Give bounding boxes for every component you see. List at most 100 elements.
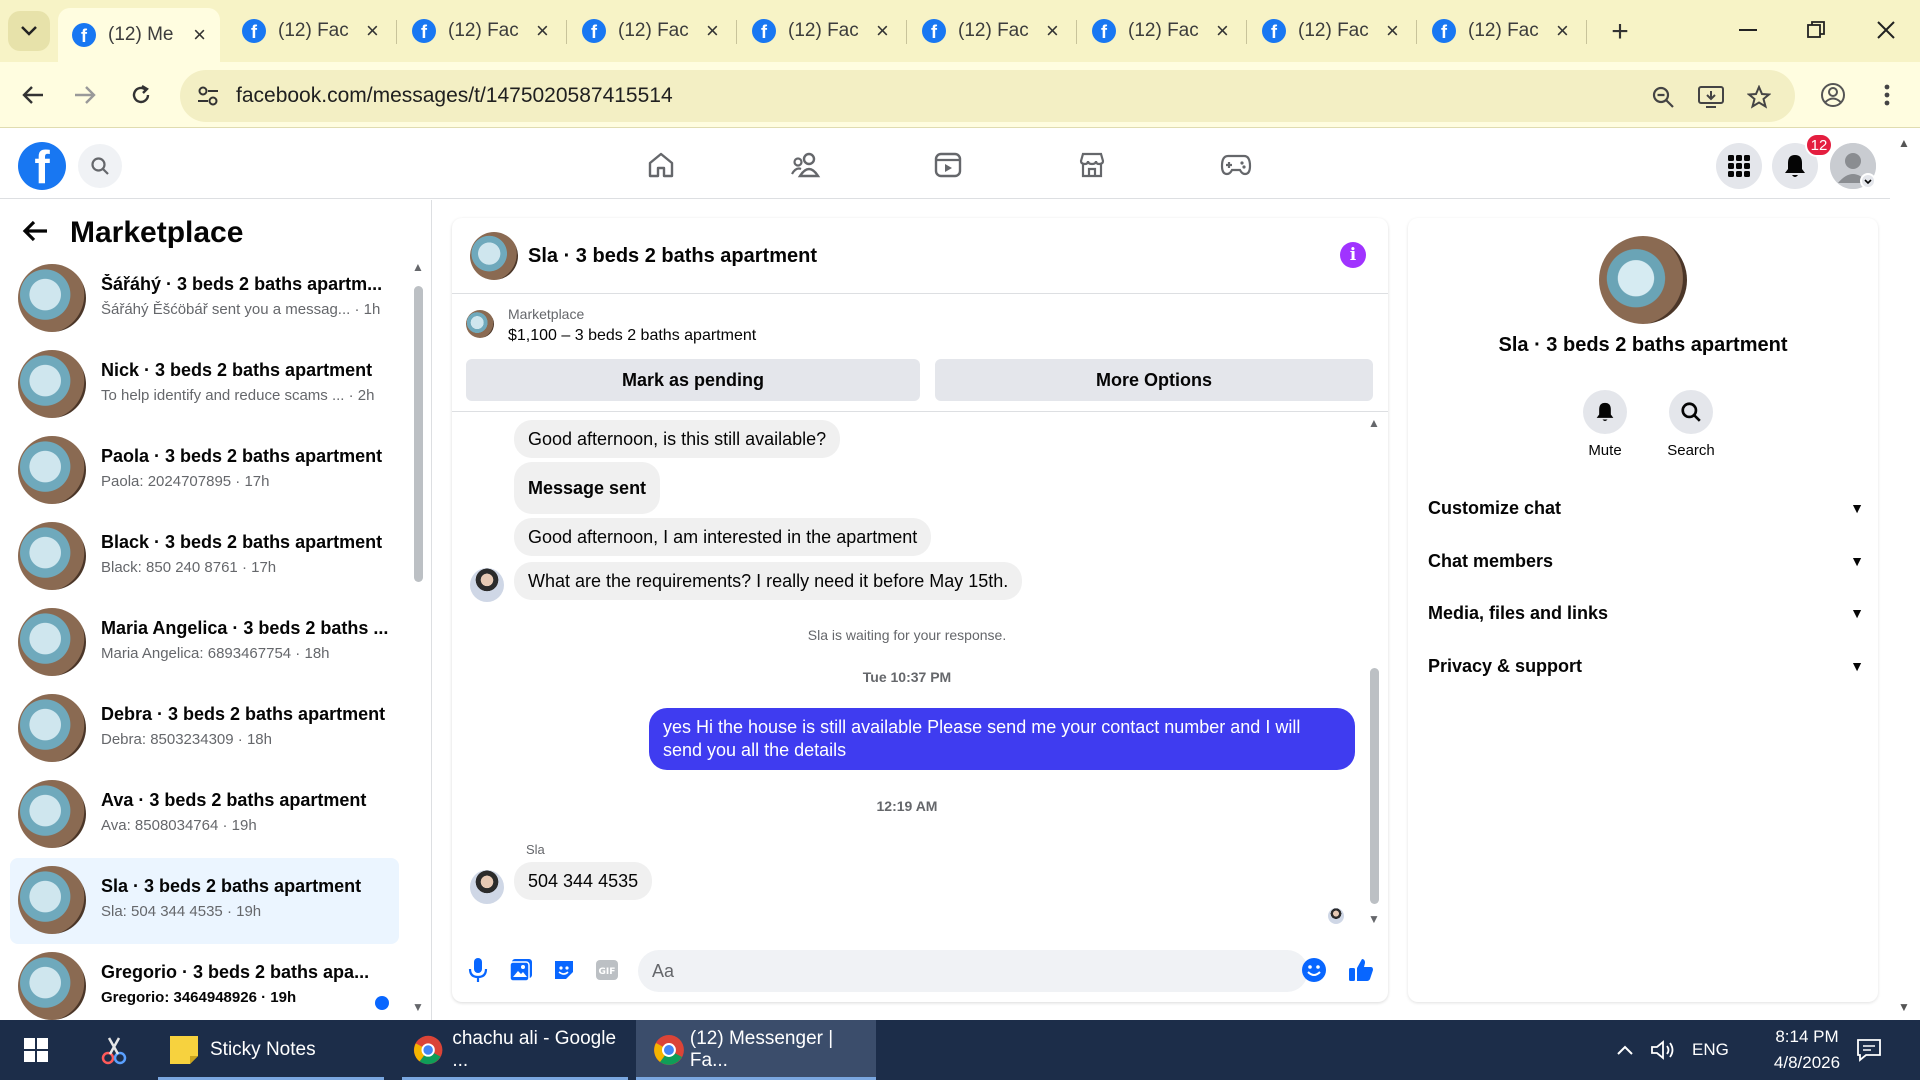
thumbs-up-icon[interactable] xyxy=(1347,956,1375,984)
privacy-support-section[interactable]: Privacy & support ▼ xyxy=(1428,646,1864,686)
customize-chat-section[interactable]: Customize chat ▼ xyxy=(1428,488,1864,528)
chat-title[interactable]: Sla · 3 beds 2 baths apartment xyxy=(528,245,817,268)
volume-icon[interactable] xyxy=(1650,1020,1676,1080)
tab-search-button[interactable] xyxy=(8,11,50,51)
nav-watch[interactable] xyxy=(928,145,968,185)
conversation-item[interactable]: Paola · 3 beds 2 baths apartment Paola: … xyxy=(10,428,399,514)
back-button[interactable] xyxy=(12,74,54,116)
tab-close-icon[interactable]: × xyxy=(1216,18,1229,44)
microphone-icon[interactable] xyxy=(464,956,492,984)
section-label: Chat members xyxy=(1428,550,1554,571)
chrome-taskbar-button[interactable]: chachu ali - Google ... xyxy=(402,1020,628,1080)
conversation-item[interactable]: Šářáhý · 3 beds 2 baths apartm... Šářáhý… xyxy=(10,256,399,342)
tab-close-icon[interactable]: × xyxy=(366,18,379,44)
tab-close-icon[interactable]: × xyxy=(536,18,549,44)
browser-tab[interactable]: f (12) Fac × xyxy=(1078,10,1243,52)
nav-marketplace[interactable] xyxy=(1072,145,1112,185)
facebook-search-button[interactable] xyxy=(78,144,122,188)
conversation-item[interactable]: Ava · 3 beds 2 baths apartment Ava: 8508… xyxy=(10,772,399,858)
browser-tabstrip: f (12) Me × f (12) Fac × f (12) Fac × f … xyxy=(0,0,1920,62)
conversation-item-selected[interactable]: Sla · 3 beds 2 baths apartment Sla: 504 … xyxy=(10,858,399,944)
bell-icon xyxy=(1785,155,1805,177)
emoji-icon[interactable] xyxy=(1300,956,1328,984)
video-icon xyxy=(934,152,962,178)
sender-avatar[interactable] xyxy=(470,870,504,904)
chat-scroll-up-arrow[interactable]: ▲ xyxy=(1368,416,1380,430)
nav-gaming[interactable] xyxy=(1216,145,1256,185)
sidebar-title: Marketplace xyxy=(70,216,244,249)
page-scroll-up-arrow[interactable]: ▲ xyxy=(1898,136,1910,150)
facebook-logo-icon[interactable]: f xyxy=(18,142,66,190)
mute-button[interactable]: Mute xyxy=(1570,390,1640,459)
tab-close-icon[interactable]: × xyxy=(876,18,889,44)
gif-icon[interactable]: GIF xyxy=(593,956,621,984)
tray-overflow-chevron-icon[interactable] xyxy=(1616,1020,1634,1080)
menu-button[interactable] xyxy=(1716,143,1762,189)
nav-friends[interactable] xyxy=(786,145,826,185)
conversation-item[interactable]: Black · 3 beds 2 baths apartment Black: … xyxy=(10,514,399,600)
browser-tab[interactable]: f (12) Fac × xyxy=(568,10,733,52)
browser-menu-icon[interactable] xyxy=(1870,78,1904,112)
conversation-item[interactable]: Gregorio · 3 beds 2 baths apa... Gregori… xyxy=(10,944,399,1030)
sidebar-scrollbar[interactable] xyxy=(414,286,423,582)
back-arrow-icon[interactable] xyxy=(22,216,48,250)
listing-price-title[interactable]: $1,100 – 3 beds 2 baths apartment xyxy=(508,327,756,345)
install-app-icon[interactable] xyxy=(1696,82,1726,112)
search-label: Search xyxy=(1667,442,1715,459)
sticky-notes-taskbar-button[interactable]: Sticky Notes xyxy=(158,1020,384,1080)
browser-tab[interactable]: f (12) Me × xyxy=(58,8,220,62)
browser-tab[interactable]: f (12) Fac × xyxy=(1418,10,1583,52)
zoom-icon[interactable] xyxy=(1648,82,1678,112)
browser-tab[interactable]: f (12) Fac × xyxy=(398,10,563,52)
chat-scrollbar[interactable] xyxy=(1370,668,1379,904)
clock[interactable]: 8:14 PM 4/8/2026 xyxy=(1752,1020,1862,1080)
page-scroll-down-arrow[interactable]: ▼ xyxy=(1898,1000,1910,1014)
browser-tab[interactable]: f (12) Fac × xyxy=(228,10,393,52)
more-options-button[interactable]: More Options xyxy=(935,359,1373,401)
chat-members-section[interactable]: Chat members ▼ xyxy=(1428,541,1864,581)
language-indicator[interactable]: ENG xyxy=(1692,1020,1729,1080)
nav-home[interactable] xyxy=(641,145,681,185)
forward-button[interactable] xyxy=(64,74,106,116)
browser-tab[interactable]: f (12) Fac × xyxy=(1248,10,1413,52)
chat-scroll-down-arrow[interactable]: ▼ xyxy=(1368,912,1380,926)
snipping-tool-taskbar-button[interactable] xyxy=(90,1020,138,1080)
photo-attach-icon[interactable] xyxy=(507,956,535,984)
conversation-info-icon[interactable]: i xyxy=(1340,242,1366,268)
chrome-messenger-taskbar-button[interactable]: (12) Messenger | Fa... xyxy=(636,1020,876,1080)
browser-tab[interactable]: f (12) Fac × xyxy=(908,10,1073,52)
listing-thumbnail[interactable] xyxy=(466,310,494,338)
profile-icon[interactable] xyxy=(1816,78,1850,112)
reload-button[interactable] xyxy=(120,74,162,116)
tab-close-icon[interactable]: × xyxy=(1386,18,1399,44)
minimize-window-button[interactable] xyxy=(1718,8,1778,52)
account-avatar[interactable] xyxy=(1830,143,1876,189)
tab-close-icon[interactable]: × xyxy=(1556,18,1569,44)
site-settings-icon[interactable] xyxy=(194,82,222,110)
conversation-item[interactable]: Nick · 3 beds 2 baths apartment To help … xyxy=(10,342,399,428)
new-tab-button[interactable]: + xyxy=(1600,12,1640,52)
search-in-conversation-button[interactable]: Search xyxy=(1656,390,1726,459)
media-files-links-section[interactable]: Media, files and links ▼ xyxy=(1428,593,1864,633)
message-input[interactable] xyxy=(638,950,1308,992)
sidebar-scroll-down-arrow[interactable]: ▼ xyxy=(412,1000,424,1014)
start-button[interactable] xyxy=(14,1020,58,1080)
sticker-icon[interactable] xyxy=(550,956,578,984)
notification-center-icon[interactable] xyxy=(1856,1020,1882,1080)
sender-avatar[interactable] xyxy=(470,568,504,602)
tab-close-icon[interactable]: × xyxy=(1046,18,1059,44)
conversation-item[interactable]: Debra · 3 beds 2 baths apartment Debra: … xyxy=(10,686,399,772)
contact-avatar[interactable] xyxy=(1599,236,1687,324)
mark-as-pending-button[interactable]: Mark as pending xyxy=(466,359,920,401)
close-window-button[interactable] xyxy=(1856,8,1916,52)
tab-close-icon[interactable]: × xyxy=(706,18,719,44)
url-text[interactable]: facebook.com/messages/t/1475020587415514 xyxy=(236,84,673,108)
sidebar-scroll-up-arrow[interactable]: ▲ xyxy=(412,260,424,274)
browser-tab[interactable]: f (12) Fac × xyxy=(738,10,903,52)
tab-close-icon[interactable]: × xyxy=(193,22,206,48)
bookmark-star-icon[interactable] xyxy=(1744,82,1774,112)
address-bar[interactable]: facebook.com/messages/t/1475020587415514 xyxy=(180,70,1795,122)
chat-avatar[interactable] xyxy=(470,232,518,280)
conversation-item[interactable]: Maria Angelica · 3 beds 2 baths ... Mari… xyxy=(10,600,399,686)
restore-window-button[interactable] xyxy=(1786,8,1846,52)
